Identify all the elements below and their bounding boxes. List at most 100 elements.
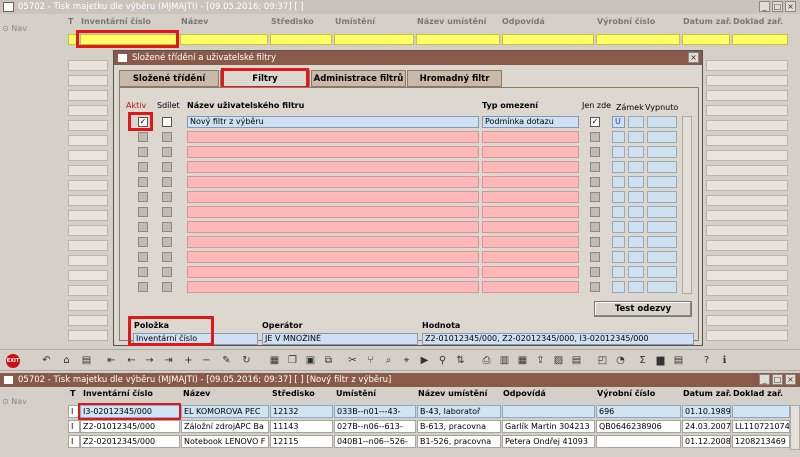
cell-stredisko[interactable]: 12132 xyxy=(270,405,333,418)
filter-list-scrollbar[interactable] xyxy=(682,116,692,294)
cell-vyrobni[interactable] xyxy=(596,435,681,448)
delete-record-icon[interactable]: − xyxy=(200,354,213,367)
duplicate-icon[interactable]: ⧉ xyxy=(322,354,335,367)
jen-zde-checkbox-checked[interactable]: ✓ xyxy=(590,117,600,127)
main-toolbar: EXIT ↶ ⌂ ▤ ⇤ ← → ⇥ + − ✎ ↻ ▦ ❐ ▣ ⧉ ✂ ⑂ ⌕… xyxy=(0,349,800,371)
cell-t[interactable]: I xyxy=(68,435,80,448)
cell-umisteni[interactable]: 027B--n06--613- xyxy=(334,420,416,433)
sort-icon[interactable]: ⇅ xyxy=(454,354,467,367)
cell-nazev[interactable]: Notebook LENOVO F xyxy=(181,435,269,448)
chart-bars-icon[interactable]: ▆ xyxy=(654,354,667,367)
cut-icon[interactable]: ✂ xyxy=(346,354,359,367)
cell-umisteni[interactable]: 040B1--n06--526- xyxy=(334,435,416,448)
cell-datum[interactable]: 01.10.1989 xyxy=(682,405,731,418)
prev-record-icon[interactable]: ← xyxy=(125,354,138,367)
test-odezvy-button[interactable]: Test odezvy xyxy=(594,301,692,317)
sdilet-checkbox[interactable] xyxy=(162,117,172,127)
cell-vyrobni[interactable]: QB0646238906 xyxy=(596,420,681,433)
bg-nav-label[interactable]: ⊙ Nav xyxy=(2,24,27,33)
main-nav-label[interactable]: ⊙ Nav xyxy=(2,397,27,406)
filter-type-field[interactable]: Podmínka dotazu xyxy=(482,116,579,128)
hodnota-field[interactable]: Z2-01012345/000, Z2-02012345/000, I3-020… xyxy=(422,333,694,345)
col-jen-zde: Jen zde xyxy=(582,101,612,110)
cell-t[interactable]: I xyxy=(68,420,80,433)
copy-icon[interactable]: ❐ xyxy=(286,354,299,367)
home-icon[interactable]: ⌂ xyxy=(60,354,73,367)
cell-stredisko[interactable]: 11143 xyxy=(270,420,333,433)
hodnota-label: Hodnota xyxy=(422,321,461,330)
col-sdilet: Sdílet xyxy=(157,101,180,110)
last-record-icon[interactable]: ⇥ xyxy=(162,354,175,367)
print-icon[interactable]: ⎙ xyxy=(480,354,493,367)
branch-icon[interactable]: ⑂ xyxy=(364,354,377,367)
cell-datum[interactable]: 01.12.2008 xyxy=(682,435,731,448)
tab-hromadny-filtr[interactable]: Hromadný filtr xyxy=(407,70,502,87)
minimize-icon[interactable]: _ xyxy=(759,1,770,12)
cell-doklad[interactable]: LL1107210749 xyxy=(732,420,790,433)
sum-icon[interactable]: Σ xyxy=(636,354,649,367)
bg-col-inv: Inventární číslo xyxy=(81,17,151,26)
document-icon[interactable]: ▤ xyxy=(80,354,93,367)
cell-odpovida[interactable] xyxy=(502,405,595,418)
col-aktiv: Aktiv xyxy=(126,101,147,110)
report-icon[interactable]: ▥ xyxy=(498,354,511,367)
bg-window-titlebar: 05702 - Tisk majetku dle výběru (MJMAJTI… xyxy=(0,0,800,14)
tools-icon[interactable]: ✎ xyxy=(220,354,233,367)
cell-nazev[interactable]: EL KOMOROVA PEC xyxy=(181,405,269,418)
close-icon[interactable]: × xyxy=(785,374,796,385)
execute-icon[interactable]: ▶ xyxy=(418,354,431,367)
filter-name-field[interactable]: Nový filtr z výběru xyxy=(187,116,479,128)
tab-slozene-trideni[interactable]: Složené třídění xyxy=(119,70,219,87)
cell-nazev-umisteni[interactable]: B1-526, pracovna xyxy=(417,435,501,448)
cell-inv[interactable]: Z2-02012345/000 xyxy=(80,435,180,448)
cell-odpovida[interactable]: Garlík Martin 304213 xyxy=(502,420,595,433)
cell-inv[interactable]: Z2-01012345/000 xyxy=(80,420,180,433)
table-icon[interactable]: ▦ xyxy=(516,354,529,367)
tab-administrace-filtru[interactable]: Administrace filtrů xyxy=(311,70,406,87)
first-record-icon[interactable]: ⇤ xyxy=(105,354,118,367)
cell-datum[interactable]: 24.03.2007 xyxy=(682,420,731,433)
maximize-icon[interactable]: □ xyxy=(772,1,783,12)
paste-icon[interactable]: ▣ xyxy=(304,354,317,367)
minimize-icon[interactable]: _ xyxy=(759,374,770,385)
cell-odpovida[interactable]: Petera Ondřej 41093 xyxy=(502,435,595,448)
query-icon[interactable]: ⌖ xyxy=(400,354,413,367)
calculator-icon[interactable]: ▤ xyxy=(672,354,685,367)
calendar-icon[interactable]: ▤ xyxy=(570,354,583,367)
bg-col-doklad: Doklad zař. xyxy=(733,17,784,26)
grid-icon[interactable]: ▦ xyxy=(268,354,281,367)
vypnuto-field[interactable] xyxy=(647,116,677,128)
bg-col-odpovida: Odpovídá xyxy=(502,17,545,26)
export-icon[interactable]: ⇪ xyxy=(534,354,547,367)
cell-doklad[interactable]: 1208213469 xyxy=(732,435,790,448)
operator-select[interactable]: JE V MNOŽINĚ xyxy=(262,333,418,345)
cell-umisteni[interactable]: 033B--n01---43- xyxy=(334,405,416,418)
cell-nazev-umisteni[interactable]: B-43, laboratoř xyxy=(417,405,501,418)
maximize-icon[interactable]: □ xyxy=(772,374,783,385)
next-record-icon[interactable]: → xyxy=(143,354,156,367)
chart-icon[interactable]: ▨ xyxy=(552,354,565,367)
refresh-icon[interactable]: ↻ xyxy=(240,354,253,367)
find-icon[interactable]: ⌕ xyxy=(382,354,395,367)
attachment-icon[interactable]: ◰ xyxy=(596,354,609,367)
cell-stredisko[interactable]: 12115 xyxy=(270,435,333,448)
undo-icon[interactable]: ↶ xyxy=(40,354,53,367)
dialog-titlebar: Složené třídění a uživatelské filtry × xyxy=(114,51,702,65)
close-icon[interactable]: × xyxy=(785,1,796,12)
exit-button[interactable]: EXIT xyxy=(6,354,20,368)
cell-nazev-umisteni[interactable]: B-613, pracovna xyxy=(417,420,501,433)
cell-doklad[interactable] xyxy=(732,405,790,418)
zamek-field[interactable]: U xyxy=(612,116,625,128)
cell-vyrobni[interactable]: 696 xyxy=(596,405,681,418)
cell-nazev[interactable]: Záložní zdrojAPC Ba xyxy=(181,420,269,433)
info-icon[interactable]: ℹ xyxy=(718,354,731,367)
insert-record-icon[interactable]: + xyxy=(182,354,195,367)
help-icon[interactable]: ? xyxy=(700,354,713,367)
close-icon[interactable]: × xyxy=(688,52,699,63)
highlight-inv-query xyxy=(76,30,179,48)
app-logo-icon xyxy=(3,2,14,12)
filter-icon[interactable]: ⚲ xyxy=(436,354,449,367)
lock-cell[interactable] xyxy=(628,116,644,128)
clock-icon[interactable]: ◔ xyxy=(614,354,627,367)
main-grid-scrollbar[interactable] xyxy=(790,405,800,450)
